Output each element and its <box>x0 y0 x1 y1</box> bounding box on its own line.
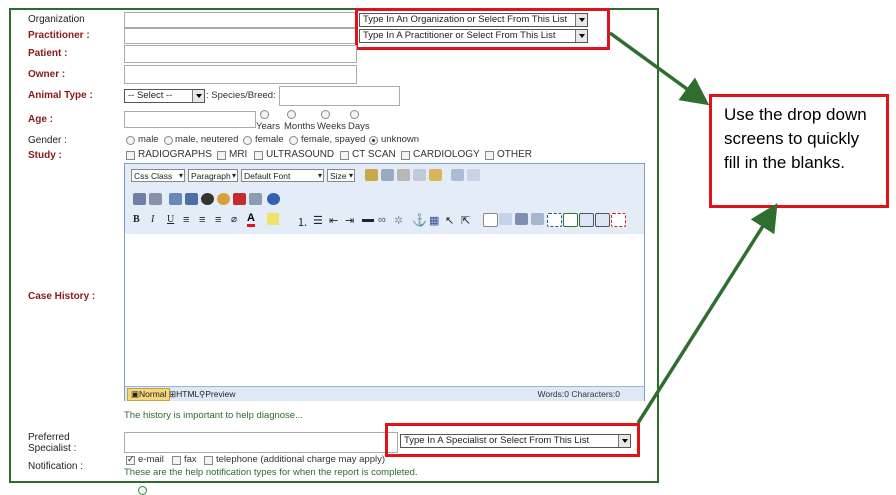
arrow-from-specialist <box>636 203 778 424</box>
arrow-to-callout <box>608 31 710 106</box>
callout-arrows <box>608 31 778 424</box>
